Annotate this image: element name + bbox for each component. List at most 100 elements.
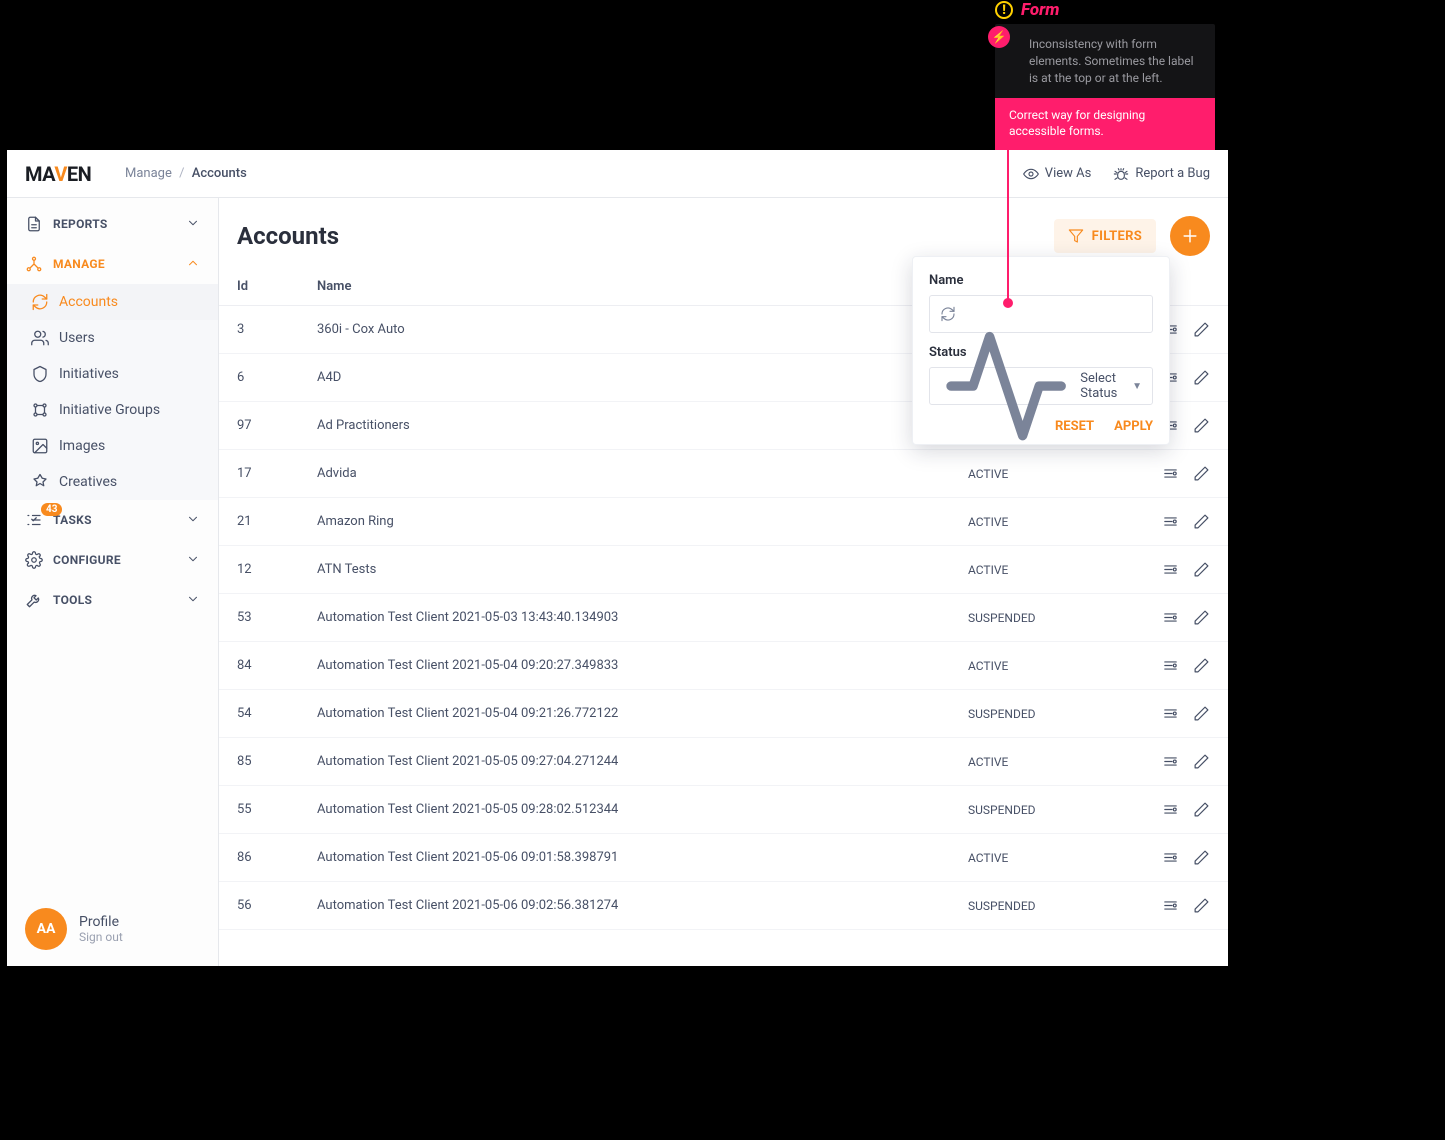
view-icon[interactable] bbox=[1162, 705, 1179, 722]
edit-icon[interactable] bbox=[1193, 753, 1210, 770]
sidebar-item-label: Initiative Groups bbox=[59, 402, 160, 418]
sidebar: REPORTS MANAGE Accounts Users Initiatives I… bbox=[7, 198, 219, 966]
view-as-button[interactable]: View As bbox=[1023, 166, 1092, 182]
report-bug-button[interactable]: Report a Bug bbox=[1113, 166, 1210, 182]
apply-button[interactable]: APPLY bbox=[1114, 419, 1153, 434]
cell-id: 97 bbox=[237, 418, 317, 433]
view-icon[interactable] bbox=[1162, 561, 1179, 578]
nav-group-manage[interactable]: MANAGE bbox=[7, 244, 218, 284]
col-id[interactable]: Id bbox=[237, 279, 317, 294]
sidebar-item-initiative-groups[interactable]: Initiative Groups bbox=[7, 392, 218, 428]
plus-icon bbox=[1180, 226, 1200, 246]
cell-id: 6 bbox=[237, 370, 317, 385]
signout-link[interactable]: Sign out bbox=[79, 930, 123, 944]
sidebar-item-images[interactable]: Images bbox=[7, 428, 218, 464]
table-row[interactable]: 21Amazon RingACTIVE bbox=[219, 498, 1228, 546]
view-icon[interactable] bbox=[1162, 657, 1179, 674]
edit-icon[interactable] bbox=[1193, 561, 1210, 578]
add-button[interactable] bbox=[1170, 216, 1210, 256]
table-row[interactable]: 56Automation Test Client 2021-05-06 09:0… bbox=[219, 882, 1228, 930]
wrench-icon bbox=[25, 591, 43, 609]
cell-name: Ad Practitioners bbox=[317, 418, 968, 433]
nav-item-icon bbox=[31, 437, 49, 455]
network-icon bbox=[25, 255, 43, 273]
view-icon[interactable] bbox=[1162, 465, 1179, 482]
profile-link[interactable]: Profile bbox=[79, 914, 123, 930]
edit-icon[interactable] bbox=[1193, 849, 1210, 866]
topbar: MAVEN Manage / Accounts View As Report a… bbox=[7, 150, 1228, 198]
table-row[interactable]: 17AdvidaACTIVE bbox=[219, 450, 1228, 498]
warning-icon: ! bbox=[995, 1, 1013, 19]
cell-name: ATN Tests bbox=[317, 562, 968, 577]
view-icon[interactable] bbox=[1162, 513, 1179, 530]
filter-icon bbox=[1068, 228, 1084, 244]
sidebar-item-creatives[interactable]: Creatives bbox=[7, 464, 218, 500]
table-row[interactable]: 55Automation Test Client 2021-05-05 09:2… bbox=[219, 786, 1228, 834]
sidebar-item-label: Initiatives bbox=[59, 366, 119, 382]
sidebar-item-label: Images bbox=[59, 438, 105, 454]
logo: MAVEN bbox=[25, 162, 119, 186]
view-icon[interactable] bbox=[1162, 609, 1179, 626]
cell-id: 3 bbox=[237, 322, 317, 337]
main-content: Accounts FILTERS Id Name Status 3360i - … bbox=[219, 198, 1228, 966]
table-row[interactable]: 12ATN TestsACTIVE bbox=[219, 546, 1228, 594]
edit-icon[interactable] bbox=[1193, 513, 1210, 530]
view-icon[interactable] bbox=[1162, 849, 1179, 866]
edit-icon[interactable] bbox=[1193, 369, 1210, 386]
col-name[interactable]: Name bbox=[317, 279, 968, 294]
activity-icon bbox=[940, 320, 1072, 452]
view-icon[interactable] bbox=[1162, 753, 1179, 770]
edit-icon[interactable] bbox=[1193, 417, 1210, 434]
edit-icon[interactable] bbox=[1193, 801, 1210, 818]
cell-id: 54 bbox=[237, 706, 317, 721]
annotation-callout: ! Form ⚡ Inconsistency with form element… bbox=[995, 0, 1215, 150]
chevron-up-icon bbox=[186, 256, 200, 273]
edit-icon[interactable] bbox=[1193, 465, 1210, 482]
nav-group-tools[interactable]: TOOLS bbox=[7, 580, 218, 620]
reset-button[interactable]: RESET bbox=[1055, 419, 1094, 434]
edit-icon[interactable] bbox=[1193, 609, 1210, 626]
sidebar-item-label: Users bbox=[59, 330, 95, 346]
filter-status-select[interactable]: Select Status ▼ bbox=[929, 367, 1153, 405]
edit-icon[interactable] bbox=[1193, 705, 1210, 722]
breadcrumb-root[interactable]: Manage bbox=[125, 166, 172, 181]
chevron-down-icon bbox=[186, 216, 200, 233]
nav-group-tasks[interactable]: TASKS bbox=[7, 500, 218, 540]
cell-name: Automation Test Client 2021-05-05 09:27:… bbox=[317, 754, 968, 769]
sidebar-item-initiatives[interactable]: Initiatives bbox=[7, 356, 218, 392]
table-row[interactable]: 86Automation Test Client 2021-05-06 09:0… bbox=[219, 834, 1228, 882]
table-row[interactable]: 54Automation Test Client 2021-05-04 09:2… bbox=[219, 690, 1228, 738]
avatar[interactable]: AA bbox=[25, 908, 67, 950]
cell-name: Automation Test Client 2021-05-04 09:20:… bbox=[317, 658, 968, 673]
cell-id: 56 bbox=[237, 898, 317, 913]
filters-button[interactable]: FILTERS bbox=[1054, 219, 1156, 253]
cell-id: 12 bbox=[237, 562, 317, 577]
edit-icon[interactable] bbox=[1193, 321, 1210, 338]
chevron-down-icon bbox=[186, 592, 200, 609]
tasks-badge: 43 bbox=[41, 503, 62, 516]
sidebar-item-label: Creatives bbox=[59, 474, 117, 490]
table-row[interactable]: 85Automation Test Client 2021-05-05 09:2… bbox=[219, 738, 1228, 786]
sidebar-item-accounts[interactable]: Accounts bbox=[7, 284, 218, 320]
view-icon[interactable] bbox=[1162, 897, 1179, 914]
gear-icon bbox=[25, 551, 43, 569]
filter-name-label: Name bbox=[929, 273, 1153, 288]
table-row[interactable]: 53Automation Test Client 2021-05-03 13:4… bbox=[219, 594, 1228, 642]
sidebar-item-users[interactable]: Users bbox=[7, 320, 218, 356]
cell-id: 86 bbox=[237, 850, 317, 865]
annotation-dot bbox=[1003, 298, 1013, 308]
table-row[interactable]: 84Automation Test Client 2021-05-04 09:2… bbox=[219, 642, 1228, 690]
cell-status: ACTIVE bbox=[968, 467, 1148, 481]
edit-icon[interactable] bbox=[1193, 657, 1210, 674]
cell-name: Automation Test Client 2021-05-03 13:43:… bbox=[317, 610, 968, 625]
nav-group-reports[interactable]: REPORTS bbox=[7, 204, 218, 244]
cell-name: Automation Test Client 2021-05-06 09:01:… bbox=[317, 850, 968, 865]
view-icon[interactable] bbox=[1162, 801, 1179, 818]
edit-icon[interactable] bbox=[1193, 897, 1210, 914]
bolt-icon: ⚡ bbox=[988, 26, 1010, 48]
nav-group-configure[interactable]: CONFIGURE bbox=[7, 540, 218, 580]
cell-name: Automation Test Client 2021-05-06 09:02:… bbox=[317, 898, 968, 913]
cell-status: SUSPENDED bbox=[968, 611, 1148, 625]
cell-status: ACTIVE bbox=[968, 515, 1148, 529]
chevron-down-icon bbox=[186, 552, 200, 569]
